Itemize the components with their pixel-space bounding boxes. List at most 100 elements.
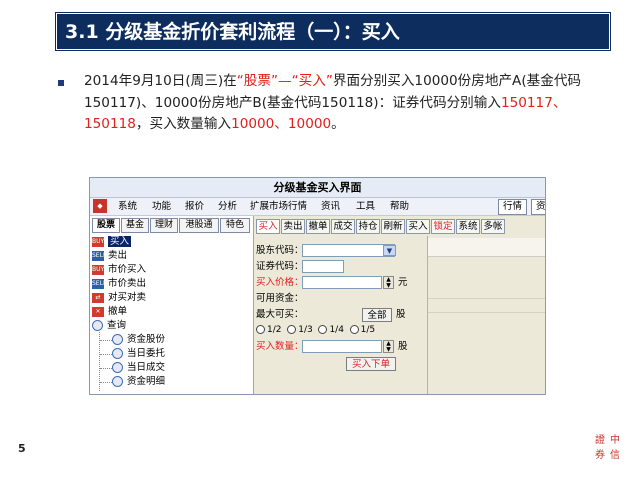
ratio-label: 1/3 xyxy=(298,325,313,335)
market-sell-icon: SELL xyxy=(92,278,107,289)
window-title: 分级基金买入界面 xyxy=(90,178,545,198)
tab-system[interactable]: 系统 xyxy=(456,219,480,234)
logo-char: 證 xyxy=(595,435,605,446)
tab-special[interactable]: 特色 xyxy=(220,218,250,233)
tree-item-today-orders[interactable]: 当日委托 xyxy=(112,347,165,360)
menu-system[interactable]: 系统 xyxy=(118,200,137,213)
nav-panel: 股票 基金 理财 港股通 特色 BUY 买入 SELL 卖出 BUY 市价买入 SEL… xyxy=(90,216,254,394)
query-icon xyxy=(92,320,103,331)
tab-buy-2[interactable]: 买入 xyxy=(406,219,430,234)
tab-positions[interactable]: 持仓 xyxy=(356,219,380,234)
ratio-label: 1/2 xyxy=(267,325,282,335)
menu-extended-market[interactable]: 扩展市场行情 xyxy=(250,200,307,213)
ratio-option[interactable]: 1/2 xyxy=(256,325,281,335)
bullet-text-1: 2014年9月10日(周三)在 xyxy=(84,73,237,89)
tree-item-cross-trade[interactable]: ⇄ 对买对卖 xyxy=(92,291,146,304)
bullet-marker xyxy=(58,80,64,86)
menu-tools[interactable]: 工具 xyxy=(356,200,375,213)
menu-quote[interactable]: 报价 xyxy=(185,200,204,213)
tree-label-funds-shares: 资金股份 xyxy=(127,334,166,345)
broker-logo-icon: ◆ xyxy=(93,199,107,213)
tree-label-today-orders: 当日委托 xyxy=(127,348,166,359)
price-input[interactable] xyxy=(302,276,382,289)
submit-buy-button[interactable]: 买入下单 xyxy=(346,357,396,371)
cross-trade-icon: ⇄ xyxy=(92,292,104,303)
tree-item-market-buy[interactable]: BUY 市价买入 xyxy=(92,263,146,276)
menu-help[interactable]: 帮助 xyxy=(390,200,409,213)
chevron-down-icon[interactable]: ▼ xyxy=(383,245,396,256)
ratio-option[interactable]: 1/5 xyxy=(349,325,376,335)
tree-item-today-trades[interactable]: 当日成交 xyxy=(112,361,165,374)
tab-stock[interactable]: 股票 xyxy=(92,218,120,233)
max-unit: 股 xyxy=(396,309,406,320)
tree-label-fund-details: 资金明细 xyxy=(127,376,166,387)
ratio-option[interactable]: 1/4 xyxy=(318,325,344,335)
bullet-text-4: 。 xyxy=(331,116,345,132)
tab-hk-connect[interactable]: 港股通 xyxy=(179,218,219,233)
ratio-label: 1/5 xyxy=(360,325,376,335)
tree-item-funds-shares[interactable]: 资金股份 xyxy=(112,333,165,346)
bullet-highlight-qty: 10000、10000 xyxy=(231,116,332,132)
tab-multi-account[interactable]: 多帐 xyxy=(481,219,505,234)
query-sub-icon xyxy=(112,348,123,359)
buy-form: 股东代码： ▼ 证券代码： 买入价格： ▲ ▼ 元 可用资金： 最大可买： 全部 … xyxy=(254,236,428,394)
info-button[interactable]: 资 xyxy=(531,199,545,215)
tab-lock[interactable]: 锁定 xyxy=(431,219,455,234)
qty-stepper[interactable]: ▲ ▼ xyxy=(383,340,394,353)
price-stepper[interactable]: ▲ ▼ xyxy=(383,276,394,289)
tab-cancel[interactable]: 撤单 xyxy=(306,219,330,234)
qty-input[interactable] xyxy=(302,340,382,353)
quote-button[interactable]: 行情 xyxy=(498,199,528,215)
code-input[interactable] xyxy=(302,260,344,273)
sell-icon: SELL xyxy=(92,250,107,261)
cancel-order-icon: ✕ xyxy=(92,306,104,317)
tree-label-market-sell: 市价卖出 xyxy=(108,278,147,289)
orders-header xyxy=(428,238,545,257)
menu-function[interactable]: 功能 xyxy=(152,200,171,213)
radio-icon xyxy=(318,325,328,334)
tree-label-query: 查询 xyxy=(107,320,127,331)
all-button[interactable]: 全部 xyxy=(362,308,392,322)
tree-connector xyxy=(100,368,112,369)
tab-wealth[interactable]: 理财 xyxy=(150,218,178,233)
price-unit: 元 xyxy=(398,277,408,288)
company-logo-icon: 證 中 券 信 xyxy=(593,434,623,464)
tab-trades[interactable]: 成交 xyxy=(331,219,355,234)
price-label: 买入价格： xyxy=(256,277,304,288)
tree-item-query[interactable]: 查询 xyxy=(92,319,126,332)
buy-icon: BUY xyxy=(92,236,105,247)
tab-buy[interactable]: 买入 xyxy=(256,219,280,234)
tree-connector xyxy=(100,340,112,341)
menu-news[interactable]: 资讯 xyxy=(321,200,340,213)
menu-analysis[interactable]: 分析 xyxy=(218,200,237,213)
qty-label: 买入数量： xyxy=(256,341,304,352)
radio-icon xyxy=(256,325,265,334)
tree-item-market-sell[interactable]: SELL 市价卖出 xyxy=(92,277,146,290)
radio-icon xyxy=(287,325,297,334)
max-label: 最大可买： xyxy=(256,309,304,320)
tree-item-cancel[interactable]: ✕ 撤单 xyxy=(92,305,127,318)
market-buy-icon: BUY xyxy=(92,264,105,275)
account-select[interactable] xyxy=(302,244,395,257)
tab-refresh[interactable]: 刷新 xyxy=(381,219,405,234)
tree-item-sell[interactable]: SELL 卖出 xyxy=(92,249,127,262)
qty-unit: 股 xyxy=(398,341,408,352)
tree-label-cancel: 撤单 xyxy=(108,306,128,317)
tree-label-sell: 卖出 xyxy=(108,250,128,261)
page-number: 5 xyxy=(18,442,26,455)
logo-char: 中 xyxy=(610,435,620,446)
tree-label-today-trades: 当日成交 xyxy=(127,362,166,373)
tree-connector xyxy=(100,354,112,355)
radio-icon xyxy=(349,325,359,334)
orders-list xyxy=(428,236,545,394)
ratio-option[interactable]: 1/3 xyxy=(287,325,313,335)
tree-item-buy[interactable]: BUY 买入 xyxy=(92,235,132,248)
bullet-highlight-path: “股票”—“买入” xyxy=(236,73,333,89)
account-label: 股东代码： xyxy=(256,245,304,256)
order-area: 买入 卖出 撤单 成交 持仓 刷新 买入 锁定 系统 多帐 股东代码： ▼ 证券… xyxy=(254,216,545,394)
ratio-radios: 1/2 1/3 1/4 1/5 xyxy=(256,324,375,336)
tree-item-fund-details[interactable]: 资金明细 xyxy=(112,375,165,388)
tree-label-cross-trade: 对买对卖 xyxy=(108,292,147,303)
tab-sell[interactable]: 卖出 xyxy=(281,219,305,234)
tab-fund[interactable]: 基金 xyxy=(121,218,149,233)
